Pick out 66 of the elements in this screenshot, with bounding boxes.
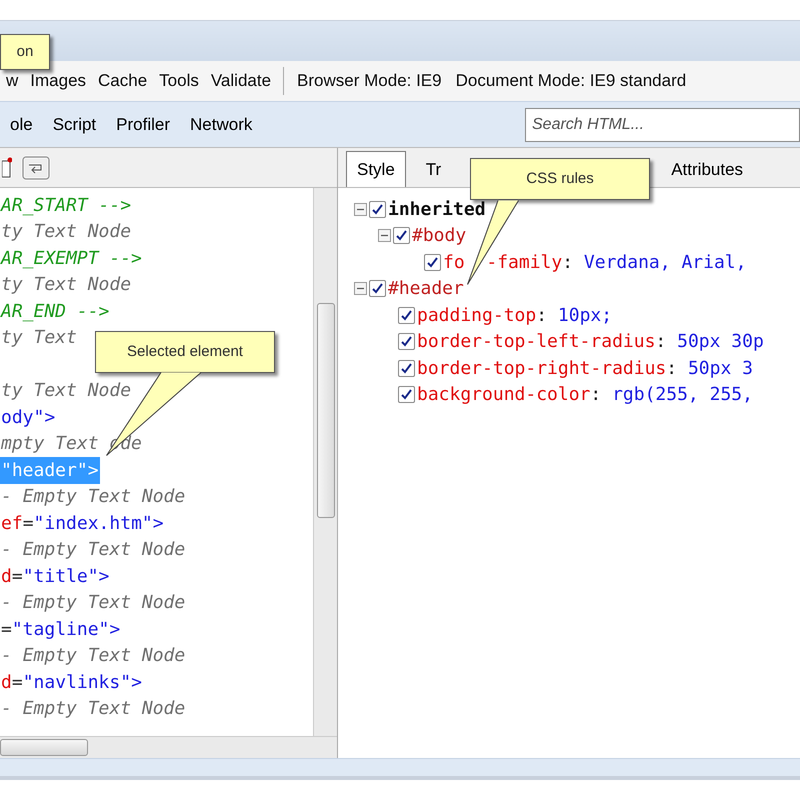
collapse-toggle[interactable]	[354, 282, 367, 296]
menu-item[interactable]: Tools	[153, 68, 205, 94]
collapse-toggle[interactable]	[354, 202, 367, 216]
check-icon	[372, 204, 383, 215]
css-property: border-top-left-radius: 50px 30p	[417, 330, 764, 354]
checkbox[interactable]	[398, 360, 415, 377]
tab[interactable]: Tr	[416, 152, 452, 187]
css-selector: #header	[388, 277, 464, 302]
dom-node[interactable]: AR_EXEMPT -->	[0, 244, 143, 272]
collapse-toggle[interactable]	[378, 229, 391, 242]
dom-node[interactable]: - Empty Text Node	[0, 483, 186, 510]
dom-node[interactable]: AR_START -->	[0, 192, 132, 219]
checkbox[interactable]	[369, 280, 386, 298]
checkbox[interactable]	[398, 306, 415, 324]
dom-node[interactable]: ty Text	[0, 324, 78, 352]
callout-text: on	[16, 42, 34, 62]
dom-node[interactable]: AR_END -->	[0, 298, 110, 325]
check-icon	[401, 310, 412, 321]
dom-node[interactable]: - Empty Text Node	[0, 536, 186, 564]
rule-group-label: inherited	[388, 198, 486, 222]
dom-node[interactable]: d="navlinks">	[0, 668, 143, 696]
checkbox[interactable]	[398, 386, 415, 404]
check-icon	[396, 230, 407, 242]
dom-node[interactable]: d="title">	[0, 562, 110, 590]
css-selector: #body	[412, 224, 466, 248]
tab[interactable]: Network	[180, 108, 262, 142]
checkbox[interactable]	[393, 227, 410, 244]
check-icon	[401, 336, 412, 348]
check-icon	[372, 283, 383, 294]
dom-node[interactable]: ty Text Node	[0, 377, 132, 404]
dom-node[interactable]: ty Text Node	[0, 218, 132, 246]
horizontal-scrollbar[interactable]	[0, 736, 337, 758]
css-property: padding-top: 10px;	[417, 304, 612, 328]
tab[interactable]: ole	[0, 108, 43, 142]
dom-node[interactable]: ty Text Node	[0, 271, 132, 298]
dom-node[interactable]: - Empty Text Node	[0, 695, 186, 722]
dom-node[interactable]: ef="index.htm">	[0, 510, 165, 537]
checkbox[interactable]	[424, 254, 441, 271]
dom-node[interactable]: ody">	[0, 404, 56, 431]
check-icon	[401, 362, 412, 374]
search-field[interactable]: Search HTML...	[525, 108, 800, 142]
css-property: border-top-right-radius: 50px 3	[417, 356, 753, 381]
menu-item[interactable]: Validate	[204, 68, 278, 94]
dom-node[interactable]: ="tagline">	[0, 616, 122, 643]
dom-node[interactable]: - Empty Text Node	[0, 589, 186, 616]
checkbox[interactable]	[369, 200, 386, 218]
menu-item[interactable]: w	[0, 68, 24, 94]
tab[interactable]: Profiler	[106, 108, 180, 142]
word-wrap-icon[interactable]	[22, 156, 50, 180]
tab[interactable]: Style	[346, 150, 406, 187]
mode-menu[interactable]: Document Mode: IE9 standard	[448, 68, 694, 94]
edit-icon[interactable]	[2, 156, 12, 178]
check-icon	[401, 389, 412, 400]
css-property: background-color: rgb(255, 255,	[417, 383, 753, 408]
menu-item[interactable]: Cache	[92, 68, 154, 94]
checkbox[interactable]	[398, 333, 415, 350]
tab[interactable]: Script	[42, 108, 106, 142]
css-property: fo -family: Verdana, Arial,	[443, 250, 746, 275]
menu-item[interactable]: Images	[24, 68, 92, 94]
scrollbar[interactable]	[313, 188, 337, 736]
dom-node[interactable]: - Empty Text Node	[0, 642, 186, 670]
callout-text: Selected element	[127, 342, 243, 362]
check-icon	[427, 256, 438, 268]
tab[interactable]: Attributes	[661, 152, 754, 187]
mode-menu[interactable]: Browser Mode: IE9	[290, 68, 449, 94]
callout-text: CSS rules	[526, 168, 594, 189]
